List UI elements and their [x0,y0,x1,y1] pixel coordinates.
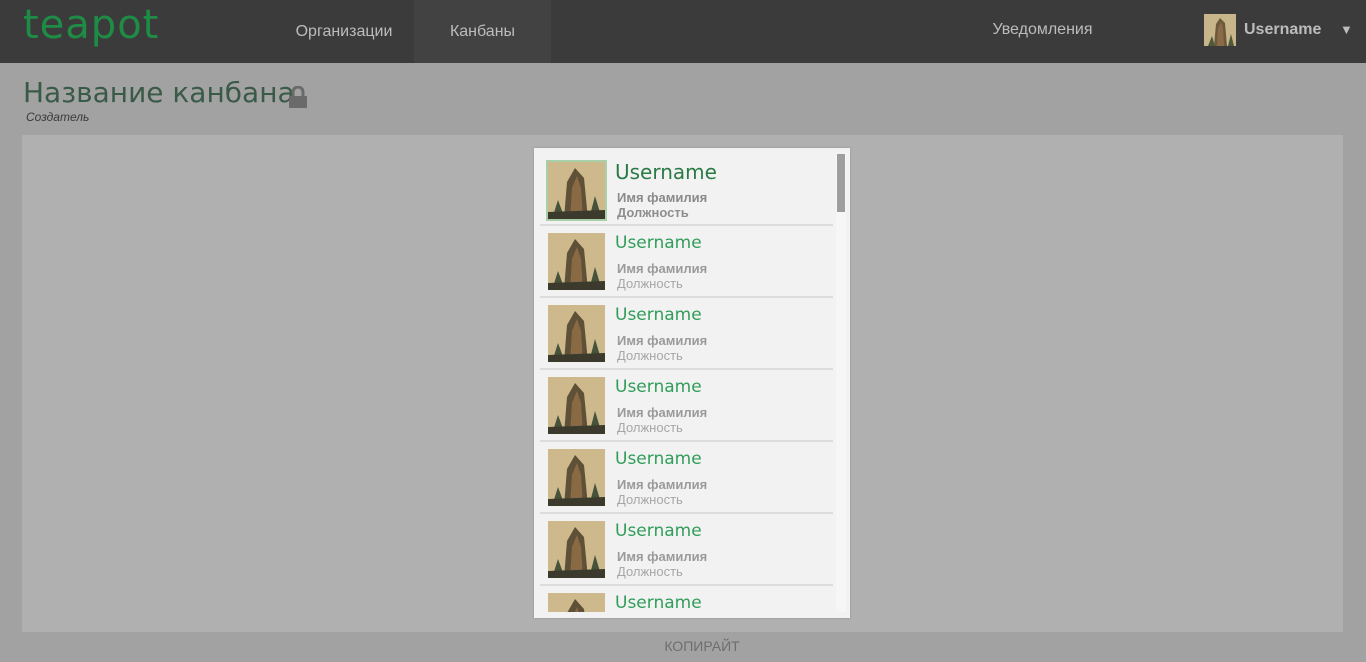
user-username: Username [615,593,702,612]
user-avatar [548,593,605,612]
user-position: Должность [617,420,683,435]
user-menu[interactable]: Username ▼ [1204,0,1366,63]
chevron-down-icon[interactable]: ▼ [1340,0,1353,60]
user-avatar [548,233,605,290]
user-list: Username Имя фамилия Должность Username Имя … [540,154,833,612]
user-avatar [548,521,605,578]
nav-organizations[interactable]: Организации [274,0,414,63]
user-position: Должность [617,492,683,507]
user-list-item[interactable]: Username Имя фамилия Должность [540,514,833,586]
user-username: Username [615,305,702,325]
user-position: Должность [617,276,683,291]
scrollbar[interactable] [836,154,846,612]
user-username: Username [615,160,717,184]
user-avatar[interactable] [1204,14,1236,46]
user-list-item[interactable]: Username Имя фамилия Должность [540,442,833,514]
nav-notifications[interactable]: Уведомления [970,0,1115,63]
user-username: Username [615,377,702,397]
kanban-creator: Создатель [26,110,90,124]
top-navbar: teapot Организации Канбаны Уведомления U… [0,0,1366,63]
user-avatar [546,160,607,221]
app-logo[interactable]: teapot [23,2,159,48]
scrollbar-thumb[interactable] [837,154,845,212]
user-position: Должность [617,205,689,220]
user-full-name: Имя фамилия [617,405,708,420]
page-title: Название канбана [23,76,295,109]
user-position: Должность [617,348,683,363]
user-full-name: Имя фамилия [617,333,708,348]
user-avatar [548,305,605,362]
user-list-item[interactable]: Username Имя фамилия Должность [540,298,833,370]
footer-copyright: КОПИРАЙТ [664,638,740,654]
user-position: Должность [617,564,683,579]
user-list-item[interactable]: Username Имя фамилия Должность [540,226,833,298]
user-username: Username [615,521,702,541]
user-full-name: Имя фамилия [617,549,708,564]
user-name[interactable]: Username [1244,0,1321,60]
user-avatar [548,377,605,434]
user-list-item[interactable]: Username Имя фамилия Должность [540,370,833,442]
user-list-item[interactable]: Username [540,586,833,612]
user-list-item[interactable]: Username Имя фамилия Должность [540,154,833,226]
user-full-name: Имя фамилия [617,477,708,492]
user-avatar [548,449,605,506]
nav-kanbans[interactable]: Канбаны [414,0,551,63]
user-username: Username [615,233,702,253]
user-full-name: Имя фамилия [617,261,708,276]
user-full-name: Имя фамилия [617,190,708,205]
user-select-modal: Username Имя фамилия Должность Username Имя … [534,148,850,618]
user-username: Username [615,449,702,469]
lock-icon [289,86,307,108]
